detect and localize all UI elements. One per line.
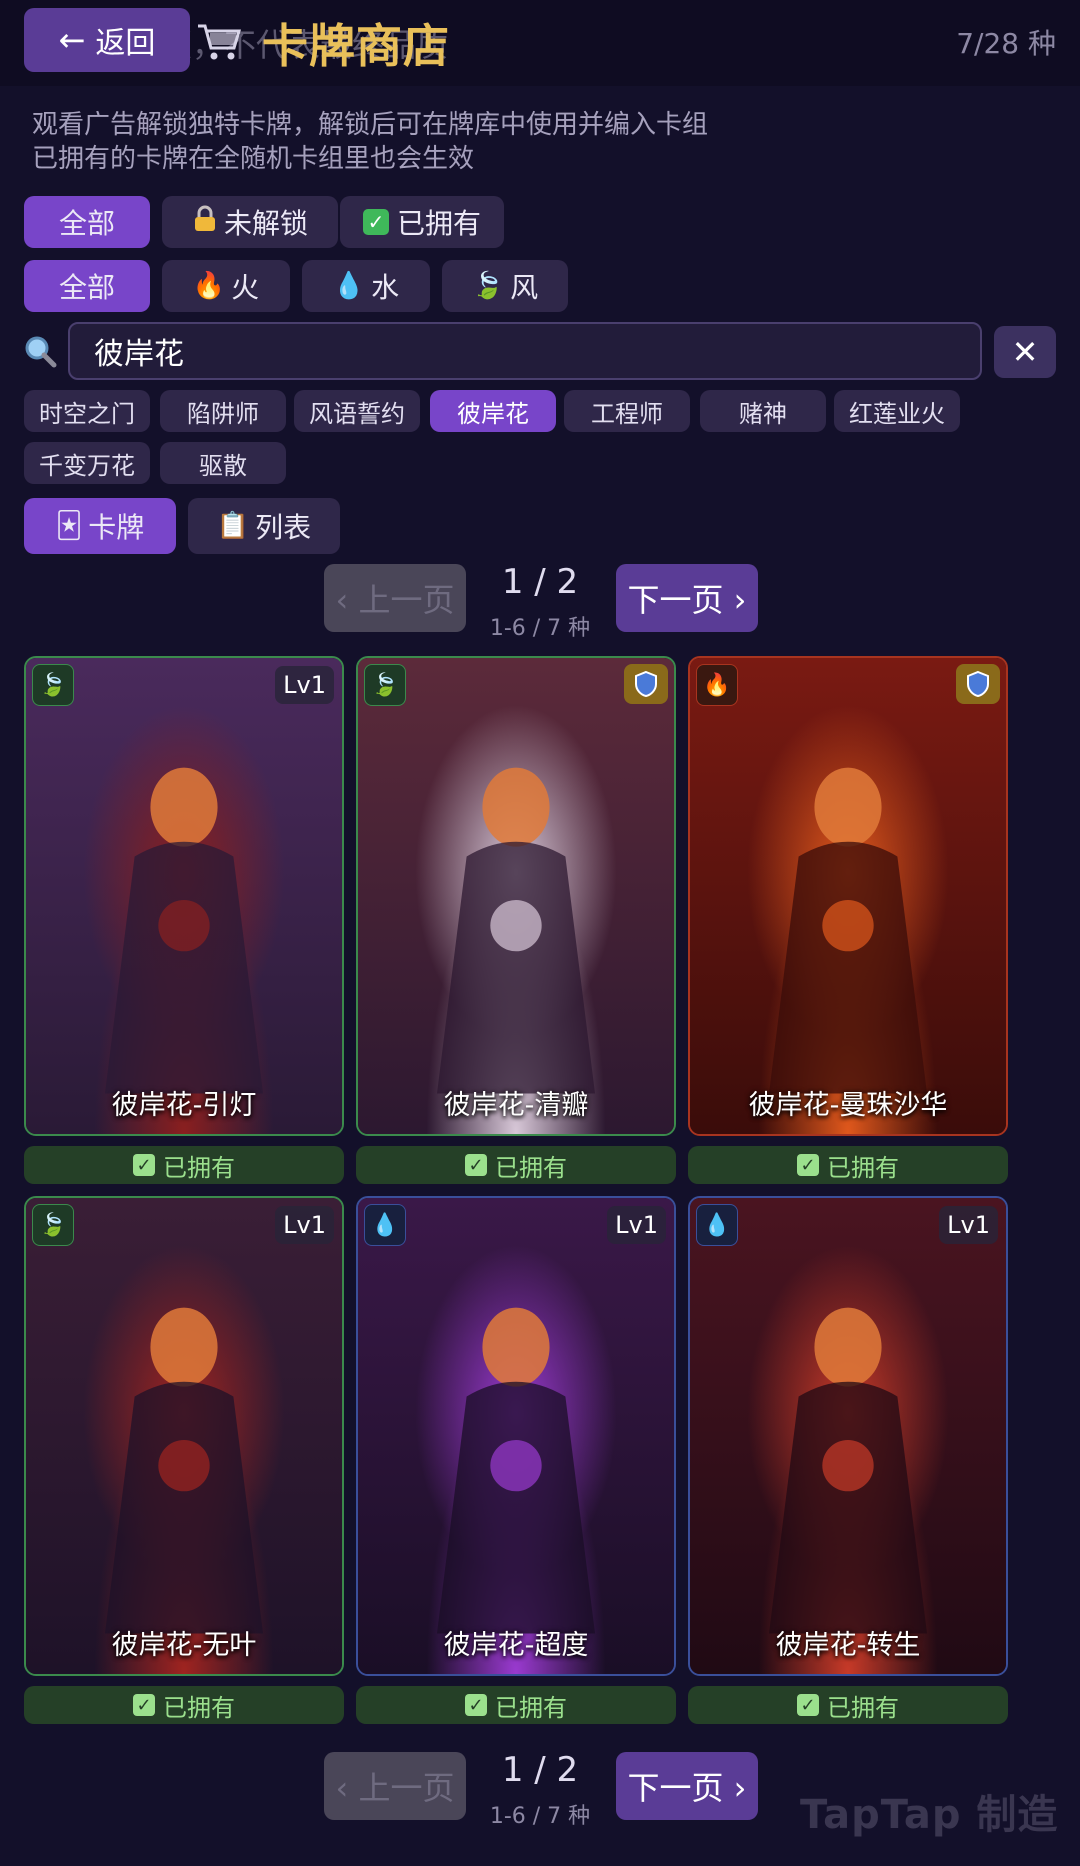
- card-name: 彼岸花-无叶: [111, 1630, 257, 1661]
- check-icon: ✓: [797, 1694, 819, 1716]
- owned-status-badge: ✓ 已拥有: [356, 1686, 676, 1724]
- card-item[interactable]: 🍃 Lv1 彼岸花-无叶: [24, 1196, 344, 1676]
- filter-all-elements[interactable]: 全部: [24, 260, 150, 312]
- check-icon: ✓: [465, 1694, 487, 1716]
- check-icon: ✓: [133, 1694, 155, 1716]
- card-item[interactable]: 🍃 彼岸花-清瓣: [356, 656, 676, 1136]
- card-name: 彼岸花-曼珠沙华: [748, 1090, 948, 1121]
- next-page-button-bottom[interactable]: 下一页 ›: [616, 1752, 758, 1820]
- cart-icon: [198, 24, 242, 60]
- card-name: 彼岸花-引灯: [111, 1090, 257, 1121]
- card-name: 彼岸花-转生: [775, 1630, 921, 1661]
- level-badge: Lv1: [607, 1206, 666, 1244]
- card-name: 彼岸花-清瓣: [443, 1090, 589, 1121]
- prev-page-button-top[interactable]: ‹ 上一页: [324, 564, 466, 632]
- card-item[interactable]: 🔥 彼岸花-曼珠沙华: [688, 656, 1008, 1136]
- prev-page-button-bottom[interactable]: ‹ 上一页: [324, 1752, 466, 1820]
- page-title: 卡牌商店: [262, 19, 450, 73]
- water-drop-icon: 💧: [332, 271, 366, 301]
- clear-search-button[interactable]: ✕: [994, 326, 1056, 378]
- water-element-icon: 💧: [364, 1204, 406, 1246]
- filter-wind[interactable]: 🍃 风: [442, 260, 568, 312]
- check-icon: ✓: [797, 1154, 819, 1176]
- level-badge: Lv1: [939, 1206, 998, 1244]
- view-mode-cards[interactable]: 🃏 卡牌: [24, 498, 176, 554]
- card-item[interactable]: 💧 Lv1 彼岸花-超度: [356, 1196, 676, 1676]
- owned-status-label: 已拥有: [827, 1693, 899, 1722]
- wind-element-icon: 🍃: [32, 664, 74, 706]
- leaf-icon: 🍃: [471, 271, 505, 301]
- tag-wind-oath[interactable]: 风语誓约: [294, 390, 420, 432]
- card-item[interactable]: 💧 Lv1 彼岸花-转生: [688, 1196, 1008, 1676]
- clipboard-icon: 📋: [216, 511, 250, 541]
- wind-element-icon: 🍃: [32, 1204, 74, 1246]
- taptap-watermark: TapTap 制造: [800, 1792, 1059, 1838]
- owned-status-badge: ✓ 已拥有: [688, 1686, 1008, 1724]
- level-badge: Lv1: [275, 1206, 334, 1244]
- tag-kaleidoscope[interactable]: 千变万花: [24, 442, 150, 484]
- tag-dispel[interactable]: 驱散: [160, 442, 286, 484]
- card-character-silhouette: [437, 767, 595, 1094]
- filter-locked[interactable]: 未解锁: [162, 196, 338, 248]
- card-character-silhouette: [769, 1307, 927, 1634]
- lock-icon: [192, 205, 218, 240]
- search-icon: [25, 336, 57, 368]
- owned-status-label: 已拥有: [495, 1153, 567, 1182]
- card-item[interactable]: 🍃 Lv1 彼岸花-引灯: [24, 656, 344, 1136]
- shield-icon: [956, 664, 1000, 704]
- page-range-bottom: 1-6 / 7 种: [489, 1804, 591, 1829]
- owned-status-label: 已拥有: [163, 1153, 235, 1182]
- search-input[interactable]: [68, 322, 982, 380]
- owned-status-badge: ✓ 已拥有: [24, 1146, 344, 1184]
- owned-status-label: 已拥有: [163, 1693, 235, 1722]
- page-range-top: 1-6 / 7 种: [489, 616, 591, 641]
- shield-icon: [624, 664, 668, 704]
- owned-status-label: 已拥有: [495, 1693, 567, 1722]
- page-indicator-top: 1 / 2: [501, 562, 579, 602]
- tag-gambler[interactable]: 赌神: [700, 390, 826, 432]
- tag-red-lotus-fire[interactable]: 红莲业火: [834, 390, 960, 432]
- owned-status-label: 已拥有: [827, 1153, 899, 1182]
- tag-spacetime-gate[interactable]: 时空之门: [24, 390, 150, 432]
- check-icon: ✓: [465, 1154, 487, 1176]
- tag-trapper[interactable]: 陷阱师: [160, 390, 286, 432]
- card-character-silhouette: [769, 767, 927, 1094]
- next-page-button-top[interactable]: 下一页 ›: [616, 564, 758, 632]
- water-element-icon: 💧: [696, 1204, 738, 1246]
- back-arrow-icon: ←: [58, 21, 86, 59]
- card-count: 7/28 种: [956, 27, 1056, 60]
- description-line-1: 观看广告解锁独特卡牌，解锁后可在牌库中使用并编入卡组: [32, 110, 709, 140]
- view-mode-list[interactable]: 📋 列表: [188, 498, 340, 554]
- fire-icon: 🔥: [192, 271, 226, 301]
- tag-higanbana[interactable]: 彼岸花: [430, 390, 556, 432]
- card-character-silhouette: [105, 1307, 263, 1634]
- owned-status-badge: ✓ 已拥有: [24, 1686, 344, 1724]
- filter-fire[interactable]: 🔥 火: [162, 260, 290, 312]
- card-name: 彼岸花-超度: [443, 1630, 589, 1661]
- fire-element-icon: 🔥: [696, 664, 738, 706]
- filter-all-ownership[interactable]: 全部: [24, 196, 150, 248]
- filter-water[interactable]: 💧 水: [302, 260, 430, 312]
- back-button[interactable]: ← 返回: [24, 8, 190, 72]
- description-line-2: 已拥有的卡牌在全随机卡组里也会生效: [32, 144, 475, 174]
- owned-status-badge: ✓ 已拥有: [688, 1146, 1008, 1184]
- card-icon: 🃏: [55, 511, 83, 541]
- check-icon: ✓: [133, 1154, 155, 1176]
- level-badge: Lv1: [275, 666, 334, 704]
- card-character-silhouette: [437, 1307, 595, 1634]
- wind-element-icon: 🍃: [364, 664, 406, 706]
- check-icon: ✓: [362, 209, 389, 235]
- page-indicator-bottom: 1 / 2: [501, 1750, 579, 1790]
- filter-owned[interactable]: ✓ 已拥有: [340, 196, 504, 248]
- card-character-silhouette: [105, 767, 263, 1094]
- tag-engineer[interactable]: 工程师: [564, 390, 690, 432]
- back-label: 返回: [95, 26, 156, 61]
- owned-status-badge: ✓ 已拥有: [356, 1146, 676, 1184]
